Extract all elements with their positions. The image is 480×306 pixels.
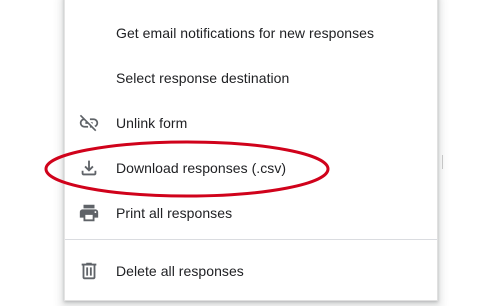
menu-item-label: Get email notifications for new response… [116,25,375,41]
menu-item-unlink-form[interactable]: Unlink form [65,101,437,145]
menu-item-label: Print all responses [116,205,233,221]
download-icon [78,157,100,179]
menu-item-label: Unlink form [116,115,188,131]
trash-icon [78,260,100,282]
unlink-icon [78,112,100,134]
menu-item-print-responses[interactable]: Print all responses [65,191,437,235]
menu-item-label: Download responses (.csv) [116,160,287,176]
scroll-handle[interactable] [442,155,443,169]
menu-item-delete-responses[interactable]: Delete all responses [65,249,437,293]
print-icon [78,202,100,224]
menu-divider [65,239,437,240]
background-panel [437,0,480,306]
responses-options-menu: Get email notifications for new response… [64,0,438,301]
menu-item-label: Select response destination [116,70,290,86]
menu-item-select-destination[interactable]: Select response destination [65,56,437,100]
screenshot-stage: Get email notifications for new response… [0,0,480,306]
menu-item-download-csv[interactable]: Download responses (.csv) [65,146,437,190]
menu-item-label: Delete all responses [116,263,244,279]
menu-item-email-notifications[interactable]: Get email notifications for new response… [65,11,437,55]
